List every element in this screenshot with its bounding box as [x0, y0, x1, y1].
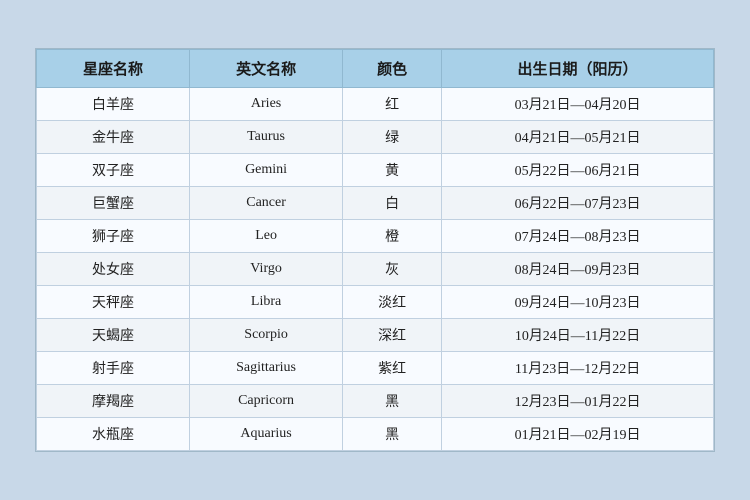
cell-english-name: Scorpio: [190, 319, 343, 352]
cell-dates: 03月21日—04月20日: [442, 88, 714, 121]
col-header-color: 颜色: [343, 50, 442, 88]
table-row: 金牛座Taurus绿04月21日—05月21日: [37, 121, 714, 154]
cell-chinese-name: 射手座: [37, 352, 190, 385]
cell-english-name: Taurus: [190, 121, 343, 154]
cell-color: 黑: [343, 418, 442, 451]
table-row: 巨蟹座Cancer白06月22日—07月23日: [37, 187, 714, 220]
cell-dates: 07月24日—08月23日: [442, 220, 714, 253]
cell-chinese-name: 巨蟹座: [37, 187, 190, 220]
cell-color: 橙: [343, 220, 442, 253]
cell-color: 紫红: [343, 352, 442, 385]
cell-chinese-name: 处女座: [37, 253, 190, 286]
cell-chinese-name: 水瓶座: [37, 418, 190, 451]
cell-chinese-name: 天蝎座: [37, 319, 190, 352]
cell-dates: 05月22日—06月21日: [442, 154, 714, 187]
table-row: 双子座Gemini黄05月22日—06月21日: [37, 154, 714, 187]
cell-dates: 11月23日—12月22日: [442, 352, 714, 385]
cell-dates: 09月24日—10月23日: [442, 286, 714, 319]
cell-dates: 01月21日—02月19日: [442, 418, 714, 451]
cell-dates: 04月21日—05月21日: [442, 121, 714, 154]
cell-color: 白: [343, 187, 442, 220]
cell-color: 红: [343, 88, 442, 121]
cell-chinese-name: 摩羯座: [37, 385, 190, 418]
cell-color: 深红: [343, 319, 442, 352]
col-header-chinese: 星座名称: [37, 50, 190, 88]
cell-english-name: Gemini: [190, 154, 343, 187]
cell-color: 淡红: [343, 286, 442, 319]
table-header-row: 星座名称 英文名称 颜色 出生日期（阳历）: [37, 50, 714, 88]
cell-dates: 06月22日—07月23日: [442, 187, 714, 220]
table-row: 天秤座Libra淡红09月24日—10月23日: [37, 286, 714, 319]
cell-english-name: Aries: [190, 88, 343, 121]
table-row: 天蝎座Scorpio深红10月24日—11月22日: [37, 319, 714, 352]
cell-color: 绿: [343, 121, 442, 154]
cell-chinese-name: 白羊座: [37, 88, 190, 121]
table-row: 摩羯座Capricorn黑12月23日—01月22日: [37, 385, 714, 418]
cell-chinese-name: 双子座: [37, 154, 190, 187]
table-row: 水瓶座Aquarius黑01月21日—02月19日: [37, 418, 714, 451]
col-header-dates: 出生日期（阳历）: [442, 50, 714, 88]
table-body: 白羊座Aries红03月21日—04月20日金牛座Taurus绿04月21日—0…: [37, 88, 714, 451]
cell-chinese-name: 狮子座: [37, 220, 190, 253]
cell-english-name: Sagittarius: [190, 352, 343, 385]
cell-english-name: Aquarius: [190, 418, 343, 451]
table-row: 白羊座Aries红03月21日—04月20日: [37, 88, 714, 121]
cell-english-name: Leo: [190, 220, 343, 253]
cell-dates: 08月24日—09月23日: [442, 253, 714, 286]
zodiac-table: 星座名称 英文名称 颜色 出生日期（阳历） 白羊座Aries红03月21日—04…: [36, 49, 714, 451]
table-row: 狮子座Leo橙07月24日—08月23日: [37, 220, 714, 253]
zodiac-table-container: 星座名称 英文名称 颜色 出生日期（阳历） 白羊座Aries红03月21日—04…: [35, 48, 715, 452]
cell-english-name: Libra: [190, 286, 343, 319]
cell-color: 黄: [343, 154, 442, 187]
cell-english-name: Virgo: [190, 253, 343, 286]
cell-chinese-name: 金牛座: [37, 121, 190, 154]
table-row: 射手座Sagittarius紫红11月23日—12月22日: [37, 352, 714, 385]
cell-dates: 10月24日—11月22日: [442, 319, 714, 352]
cell-dates: 12月23日—01月22日: [442, 385, 714, 418]
cell-english-name: Cancer: [190, 187, 343, 220]
cell-chinese-name: 天秤座: [37, 286, 190, 319]
cell-color: 黑: [343, 385, 442, 418]
table-row: 处女座Virgo灰08月24日—09月23日: [37, 253, 714, 286]
cell-english-name: Capricorn: [190, 385, 343, 418]
col-header-english: 英文名称: [190, 50, 343, 88]
cell-color: 灰: [343, 253, 442, 286]
